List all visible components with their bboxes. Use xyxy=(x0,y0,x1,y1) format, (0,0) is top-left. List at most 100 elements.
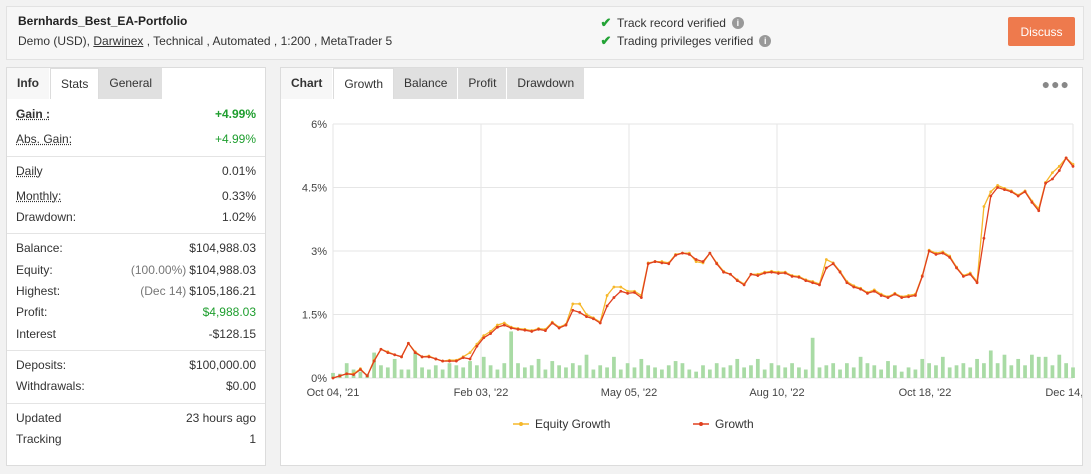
volume-bar xyxy=(940,356,945,378)
volume-bar xyxy=(831,363,836,378)
series-lines xyxy=(331,156,1075,380)
more-dots-icon[interactable]: ●●● xyxy=(1042,76,1070,92)
growth-point xyxy=(968,272,972,276)
growth-point xyxy=(742,283,746,287)
legend-marker xyxy=(519,422,523,426)
volume-bar xyxy=(961,363,966,378)
growth-point xyxy=(1003,188,1006,192)
stat-abs-gain: Abs. Gain: +4.99% xyxy=(7,129,265,150)
volume-bar xyxy=(550,361,555,378)
volume-bar xyxy=(502,363,507,378)
tab-general[interactable]: General xyxy=(99,68,164,99)
deposits-value: $100,000.00 xyxy=(189,357,256,372)
growth-point xyxy=(674,253,677,257)
growth-point xyxy=(537,327,540,331)
profit-value: $4,988.03 xyxy=(202,305,256,320)
tab-balance[interactable]: Balance xyxy=(394,68,459,99)
monthly-value: 0.33% xyxy=(221,188,256,203)
y-tick-label: 3% xyxy=(311,246,327,258)
growth-point xyxy=(639,296,643,299)
stat-tracking: Tracking 1 xyxy=(7,429,265,450)
volume-bar xyxy=(673,361,678,378)
interest-label: Interest xyxy=(16,326,57,341)
growth-point xyxy=(598,321,602,325)
broker-link[interactable]: Darwinex xyxy=(93,34,143,48)
daily-label[interactable]: Daily xyxy=(16,161,43,182)
highest-date: (Dec 14) xyxy=(140,284,187,299)
account-name: Bernhards_Best_EA-Portfolio xyxy=(18,14,188,28)
growth-point xyxy=(886,296,890,299)
discuss-button[interactable]: Discuss xyxy=(1008,17,1075,46)
tab-drawdown[interactable]: Drawdown xyxy=(507,68,586,99)
stats-panel: Info Stats General Gain : +4.99% Abs. Ga… xyxy=(6,67,266,466)
gain-value: +4.99% xyxy=(214,107,256,121)
volume-bar xyxy=(1064,363,1069,378)
volume-bar xyxy=(920,358,925,378)
growth-point xyxy=(763,271,767,275)
monthly-label[interactable]: Monthly: xyxy=(16,186,61,207)
info-icon[interactable]: i xyxy=(731,17,744,29)
volume-bar xyxy=(749,365,753,378)
equity-growth-point xyxy=(982,205,986,208)
equity-growth-point xyxy=(578,302,582,306)
growth-point xyxy=(749,272,753,276)
growth-point xyxy=(770,270,773,274)
growth-point xyxy=(564,323,568,327)
growth-point xyxy=(914,294,917,297)
drawdown-label: Drawdown: xyxy=(16,210,77,225)
volume-bar xyxy=(947,367,952,378)
growth-point xyxy=(852,285,856,289)
volume-bar xyxy=(845,363,849,378)
growth-point xyxy=(824,266,828,270)
growth-point xyxy=(1037,209,1041,213)
growth-point xyxy=(660,261,664,265)
chart-grid xyxy=(332,123,1074,379)
tab-info[interactable]: Info xyxy=(7,68,50,99)
growth-point xyxy=(907,295,910,299)
gain-label[interactable]: Gain : xyxy=(16,104,50,125)
volume-bar xyxy=(488,365,493,378)
volume-bar xyxy=(694,371,699,378)
growth-point xyxy=(1064,156,1068,160)
daily-value: 0.01% xyxy=(221,163,256,178)
growth-point xyxy=(722,270,725,274)
tab-profit[interactable]: Profit xyxy=(458,68,508,99)
growth-point xyxy=(879,294,883,297)
growth-point xyxy=(550,321,554,325)
volume-bar xyxy=(557,365,561,378)
growth-point xyxy=(831,262,835,266)
abs-gain-label[interactable]: Abs. Gain: xyxy=(16,129,72,150)
volume-bar xyxy=(344,363,349,378)
tab-chart[interactable]: Chart xyxy=(281,68,334,99)
growth-point xyxy=(961,275,965,278)
growth-point xyxy=(900,296,904,299)
growth-point xyxy=(585,315,588,319)
equity-value-group: (100.00%) $104,988.03 xyxy=(131,260,256,281)
volume-bar xyxy=(653,367,657,378)
equity-growth-point xyxy=(1057,164,1061,168)
volume-bar xyxy=(495,369,500,378)
volume-bar xyxy=(790,363,794,378)
volume-bar xyxy=(447,363,452,378)
legend-label: Equity Growth xyxy=(535,417,610,431)
stat-interest: Interest -$128.15 xyxy=(7,324,265,345)
growth-point xyxy=(448,359,451,363)
volume-bar xyxy=(872,365,877,378)
growth-point xyxy=(379,347,383,351)
volume-bar xyxy=(427,369,431,378)
volume-bar xyxy=(701,365,705,378)
tab-stats[interactable]: Stats xyxy=(50,68,100,99)
stat-profit: Profit: $4,988.03 xyxy=(7,302,265,323)
growth-point xyxy=(948,255,952,259)
volume-bar xyxy=(680,363,685,378)
tab-growth[interactable]: Growth xyxy=(333,68,395,99)
volume-bar xyxy=(1057,354,1062,378)
volume-bar xyxy=(982,363,986,378)
growth-point xyxy=(468,357,472,361)
info-icon[interactable]: i xyxy=(759,35,772,47)
volume-bar xyxy=(906,367,911,378)
volume-bar xyxy=(358,371,363,378)
growth-point xyxy=(783,271,787,275)
stat-daily: Daily 0.01% xyxy=(7,161,265,182)
growth-point xyxy=(345,372,349,376)
